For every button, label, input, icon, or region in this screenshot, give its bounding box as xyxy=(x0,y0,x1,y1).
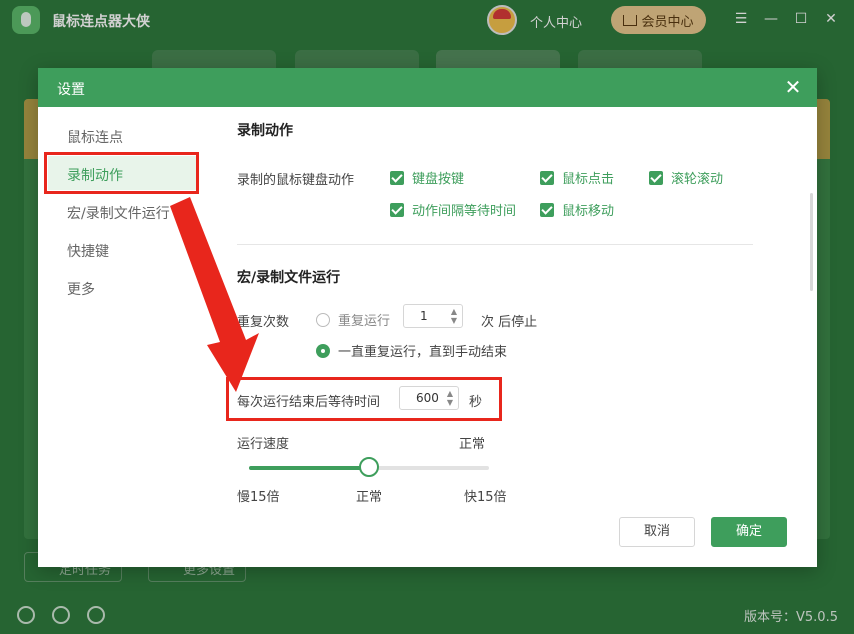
speed-current-label: 正常 xyxy=(459,437,486,452)
highlight-box-record-nav xyxy=(44,152,199,194)
checkbox-icon xyxy=(540,202,554,217)
repeat-count-value: 1 xyxy=(420,309,428,323)
speed-max-label: 快15倍 xyxy=(464,490,507,505)
checkbox-label: 键盘按键 xyxy=(412,172,465,187)
settings-dialog: 设置 ✕ 鼠标连点 录制动作 宏/录制文件运行 快捷键 更多 录制动作 录制的鼠… xyxy=(38,68,817,567)
speed-mid-label: 正常 xyxy=(356,490,383,505)
repeat-suffix-label: 次 后停止 xyxy=(481,315,538,330)
checkbox-label: 动作间隔等待时间 xyxy=(412,204,517,219)
speed-slider[interactable] xyxy=(249,457,489,477)
cancel-button[interactable]: 取消 xyxy=(619,517,695,547)
speed-slider-fill xyxy=(249,466,369,470)
record-section-title: 录制动作 xyxy=(237,123,293,139)
checkbox-icon xyxy=(390,170,404,185)
radio-icon xyxy=(316,312,330,327)
repeat-count-label: 重复次数 xyxy=(237,315,290,330)
macro-section-title: 宏/录制文件运行 xyxy=(237,270,341,286)
checkbox-interval-wait[interactable]: 动作间隔等待时间 xyxy=(390,200,516,219)
nav-item-macro-run[interactable]: 宏/录制文件运行 xyxy=(67,203,170,223)
checkbox-keyboard[interactable]: 键盘按键 xyxy=(390,168,464,187)
radio-label: 一直重复运行，直到手动结束 xyxy=(338,345,508,360)
radio-repeat-n[interactable]: 重复运行 xyxy=(316,310,390,329)
repeat-count-stepper[interactable]: 1 ▲ ▼ xyxy=(403,304,463,328)
dialog-header: 设置 ✕ xyxy=(38,68,817,107)
checkbox-mouse-move[interactable]: 鼠标移动 xyxy=(540,200,614,219)
nav-item-more[interactable]: 更多 xyxy=(67,279,95,299)
speed-min-label: 慢15倍 xyxy=(237,490,280,505)
checkbox-wheel-scroll[interactable]: 滚轮滚动 xyxy=(649,168,723,187)
scrollbar[interactable] xyxy=(810,193,813,291)
close-icon[interactable]: ✕ xyxy=(783,76,803,98)
radio-label: 重复运行 xyxy=(338,314,391,329)
section-divider xyxy=(237,244,753,245)
checkbox-mouse-click[interactable]: 鼠标点击 xyxy=(540,168,614,187)
checkbox-icon xyxy=(649,170,663,185)
stepper-arrows-icon[interactable]: ▲ ▼ xyxy=(450,307,458,325)
highlight-box-wait-time xyxy=(226,377,502,421)
dialog-title: 设置 xyxy=(57,82,85,98)
checkbox-label: 鼠标点击 xyxy=(562,172,615,187)
checkbox-icon xyxy=(390,202,404,217)
checkbox-label: 鼠标移动 xyxy=(562,204,615,219)
checkbox-label: 滚轮滚动 xyxy=(671,172,724,187)
record-actions-label: 录制的鼠标键盘动作 xyxy=(237,173,355,188)
speed-label: 运行速度 xyxy=(237,437,290,452)
checkbox-icon xyxy=(540,170,554,185)
confirm-button[interactable]: 确定 xyxy=(711,517,787,547)
radio-icon xyxy=(316,343,330,358)
radio-repeat-forever[interactable]: 一直重复运行，直到手动结束 xyxy=(316,341,507,360)
nav-item-mouse-click[interactable]: 鼠标连点 xyxy=(67,127,123,147)
speed-slider-handle[interactable] xyxy=(359,457,379,477)
nav-item-hotkeys[interactable]: 快捷键 xyxy=(67,241,109,261)
